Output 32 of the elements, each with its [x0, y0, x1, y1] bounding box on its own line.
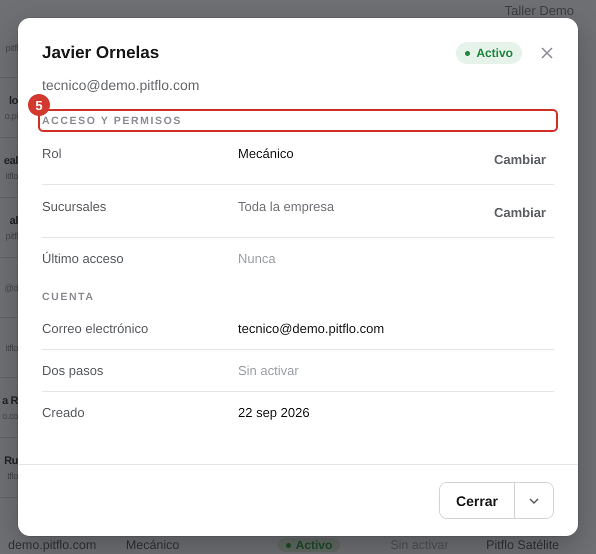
field-label: Creado [42, 405, 86, 420]
user-name: al [10, 214, 18, 226]
field-label: Último acceso [42, 251, 125, 266]
user-email: demo.pitflo.com [8, 538, 98, 552]
field-value: 22 sep 2026 [238, 405, 311, 420]
section-heading: CUENTA [41, 290, 96, 305]
branch-text: Pitflo Satélite [486, 538, 560, 552]
field-label: Dos pasos [42, 363, 104, 378]
user-name: Ru [4, 454, 18, 466]
chevron-down-icon [529, 498, 539, 504]
user-name: eal [4, 154, 18, 166]
field-label: Correo electrónico [42, 321, 150, 336]
field-value: tecnico@demo.pitflo.com [238, 321, 386, 336]
close-button[interactable]: Cerrar [440, 483, 515, 518]
field-label: Sucursales [42, 199, 108, 214]
close-button[interactable] [540, 46, 554, 60]
dialog-title: Javier Ornelas [42, 43, 160, 63]
role-text: Mecánico [126, 538, 180, 552]
field-value: Sin activar [238, 363, 300, 378]
status-badge: Activo [278, 538, 340, 552]
field-label: Rol [42, 146, 63, 161]
step-marker: 5 [28, 94, 50, 116]
field-value: Mecánico [238, 146, 295, 161]
field-value: Toda la empresa [238, 199, 336, 214]
change-button[interactable]: Cambiar [494, 205, 546, 220]
user-name: a R [2, 394, 18, 406]
field-value: Nunca [238, 251, 277, 266]
status-badge: Activo [456, 42, 522, 64]
close-icon [540, 46, 554, 60]
user-email: tecnico@demo.pitflo.com [42, 77, 200, 93]
user-name: lo [9, 94, 18, 106]
change-button[interactable]: Cambiar [494, 152, 546, 167]
